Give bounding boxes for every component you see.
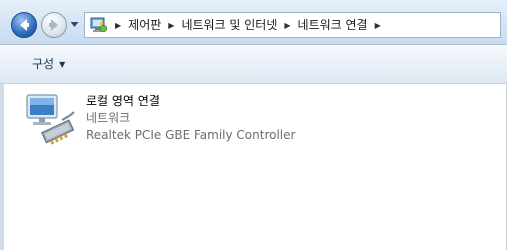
- organize-button[interactable]: 구성 ▼: [28, 54, 69, 74]
- connection-details: 로컬 영역 연결 네트워크 Realtek PCIe GBE Family Co…: [86, 93, 295, 144]
- back-arrow-icon: [20, 19, 29, 31]
- connection-name: 로컬 영역 연결: [86, 94, 160, 108]
- chevron-down-icon: ▼: [59, 60, 66, 69]
- recent-pages-dropdown[interactable]: [70, 20, 79, 29]
- command-bar: 구성 ▼: [0, 45, 507, 84]
- network-connection-item[interactable]: 로컬 영역 연결 네트워크 Realtek PCIe GBE Family Co…: [22, 90, 322, 148]
- forward-button[interactable]: [41, 12, 67, 38]
- breadcrumb: ▶ 제어판 ▶ 네트워크 및 인터넷 ▶ 네트워크 연결 ▶: [109, 13, 388, 37]
- forward-arrow-icon: [49, 19, 58, 31]
- device-name: Realtek PCIe GBE Family Controller: [86, 128, 296, 142]
- breadcrumb-separator-icon[interactable]: ▶: [115, 14, 121, 38]
- breadcrumb-control-panel[interactable]: 제어판: [128, 18, 161, 32]
- network-adapter-icon: [26, 94, 75, 145]
- breadcrumb-separator-icon[interactable]: ▶: [168, 14, 174, 38]
- connection-status: 네트워크: [86, 111, 131, 125]
- navigation-bar: ▶ 제어판 ▶ 네트워크 및 인터넷 ▶ 네트워크 연결 ▶: [0, 0, 507, 45]
- breadcrumb-network-connections[interactable]: 네트워크 연결: [298, 18, 368, 32]
- breadcrumb-separator-icon[interactable]: ▶: [375, 14, 381, 38]
- breadcrumb-network-internet[interactable]: 네트워크 및 인터넷: [181, 18, 277, 32]
- back-button[interactable]: [11, 12, 37, 38]
- control-panel-icon: [90, 17, 108, 33]
- address-bar[interactable]: ▶ 제어판 ▶ 네트워크 및 인터넷 ▶ 네트워크 연결 ▶: [84, 12, 501, 38]
- breadcrumb-separator-icon[interactable]: ▶: [284, 14, 290, 38]
- organize-label: 구성: [32, 57, 55, 71]
